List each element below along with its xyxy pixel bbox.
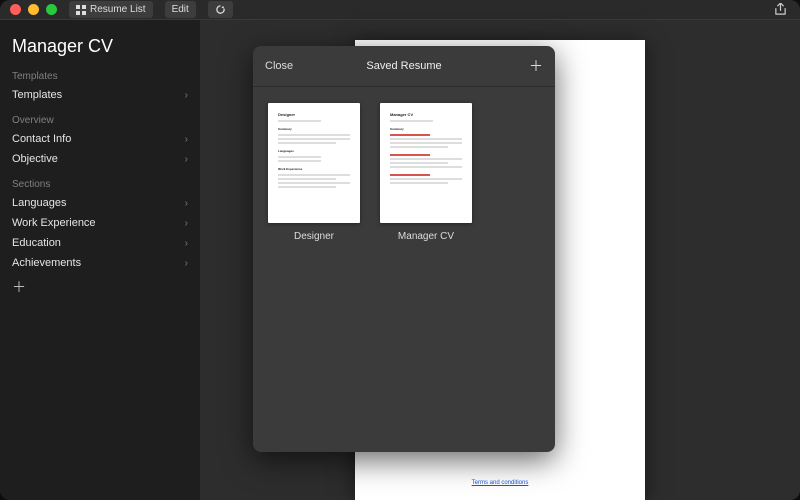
group-label-sections: Sections — [12, 179, 188, 190]
sidebar-item-label: Templates — [12, 89, 62, 101]
sidebar-item-education[interactable]: Education › — [12, 233, 188, 253]
sidebar-item-label: Contact Info — [12, 133, 71, 145]
chevron-right-icon: › — [185, 198, 188, 209]
chevron-right-icon: › — [185, 134, 188, 145]
resume-thumbnail-label: Designer — [294, 231, 334, 242]
plus-icon: ＋ — [12, 279, 26, 295]
edit-button[interactable]: Edit — [165, 1, 196, 18]
sidebar-item-languages[interactable]: Languages › — [12, 193, 188, 213]
modal-add-button[interactable]: ＋ — [529, 56, 543, 76]
titlebar: Resume List Edit — [0, 0, 800, 20]
refresh-button[interactable] — [208, 1, 233, 18]
sidebar-item-label: Languages — [12, 197, 66, 209]
sidebar: Manager CV Templates Templates › Overvie… — [0, 20, 200, 500]
close-window-icon[interactable] — [10, 4, 21, 15]
sidebar-item-achievements[interactable]: Achievements › — [12, 253, 188, 273]
add-section-button[interactable]: ＋ — [12, 273, 188, 301]
share-button[interactable] — [770, 3, 790, 16]
grid-icon — [76, 5, 86, 15]
terms-link[interactable]: Terms and conditions — [472, 480, 529, 486]
chevron-right-icon: › — [185, 154, 188, 165]
minimize-window-icon[interactable] — [28, 4, 39, 15]
saved-resume-item[interactable]: Designer Summary Languages Work Experien… — [267, 103, 361, 242]
modal-header: Close Saved Resume ＋ — [253, 46, 555, 87]
sidebar-item-label: Objective — [12, 153, 58, 165]
resume-list-button[interactable]: Resume List — [69, 1, 153, 18]
chevron-right-icon: › — [185, 258, 188, 269]
sidebar-item-label: Education — [12, 237, 61, 249]
document-title: Manager CV — [12, 36, 188, 57]
modal-body: Designer Summary Languages Work Experien… — [253, 87, 555, 452]
sidebar-item-work-experience[interactable]: Work Experience › — [12, 213, 188, 233]
modal-close-button[interactable]: Close — [265, 60, 293, 72]
sidebar-item-objective[interactable]: Objective › — [12, 149, 188, 169]
terms-link-container: Terms and conditions — [355, 480, 645, 486]
saved-resume-modal: Close Saved Resume ＋ Designer Summary La… — [253, 46, 555, 452]
chevron-right-icon: › — [185, 238, 188, 249]
window-controls — [10, 4, 57, 15]
resume-list-label: Resume List — [90, 4, 146, 15]
share-icon — [774, 3, 787, 16]
resume-thumbnail: Manager CV Summary — [380, 103, 472, 223]
chevron-right-icon: › — [185, 218, 188, 229]
resume-thumbnail-label: Manager CV — [398, 231, 454, 242]
modal-title: Saved Resume — [253, 60, 555, 72]
chevron-right-icon: › — [185, 90, 188, 101]
group-label-overview: Overview — [12, 115, 188, 126]
group-label-templates: Templates — [12, 71, 188, 82]
sidebar-item-contact-info[interactable]: Contact Info › — [12, 129, 188, 149]
zoom-window-icon[interactable] — [46, 4, 57, 15]
sidebar-item-templates[interactable]: Templates › — [12, 85, 188, 105]
app-window: Resume List Edit Manager CV Templates Te… — [0, 0, 800, 500]
resume-thumbnail: Designer Summary Languages Work Experien… — [268, 103, 360, 223]
saved-resume-item[interactable]: Manager CV Summary Manager CV — [379, 103, 473, 242]
edit-label: Edit — [172, 4, 189, 15]
sidebar-item-label: Work Experience — [12, 217, 96, 229]
refresh-icon — [215, 4, 226, 15]
sidebar-item-label: Achievements — [12, 257, 81, 269]
